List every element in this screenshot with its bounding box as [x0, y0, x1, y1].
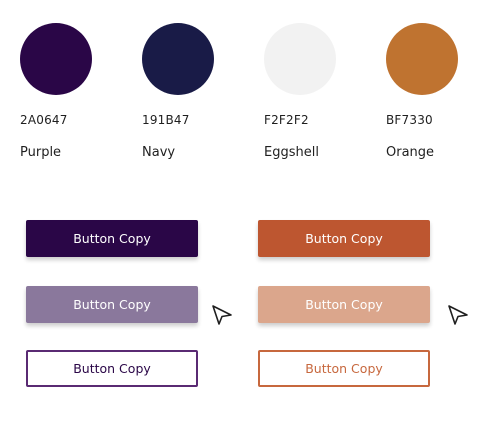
hex-label-purple: 2A0647 — [20, 113, 68, 127]
swatch-eggshell — [264, 23, 336, 95]
cursor-arrow-icon — [448, 305, 468, 325]
orange-primary-button-hover[interactable]: Button Copy — [258, 286, 430, 323]
color-name-eggshell: Eggshell — [264, 145, 319, 160]
purple-outline-button[interactable]: Button Copy — [26, 350, 198, 387]
orange-outline-button[interactable]: Button Copy — [258, 350, 430, 387]
purple-primary-button-hover[interactable]: Button Copy — [26, 286, 198, 323]
swatch-purple — [20, 23, 92, 95]
hex-label-orange: BF7330 — [386, 113, 433, 127]
color-name-orange: Orange — [386, 145, 435, 160]
swatch-orange — [386, 23, 458, 95]
color-name-navy: Navy — [142, 145, 176, 160]
color-name-purple: Purple — [20, 145, 62, 160]
hex-label-eggshell: F2F2F2 — [264, 113, 309, 127]
cursor-arrow-icon — [212, 305, 232, 325]
swatch-navy — [142, 23, 214, 95]
orange-primary-button[interactable]: Button Copy — [258, 220, 430, 257]
purple-primary-button[interactable]: Button Copy — [26, 220, 198, 257]
hex-label-navy: 191B47 — [142, 113, 190, 127]
